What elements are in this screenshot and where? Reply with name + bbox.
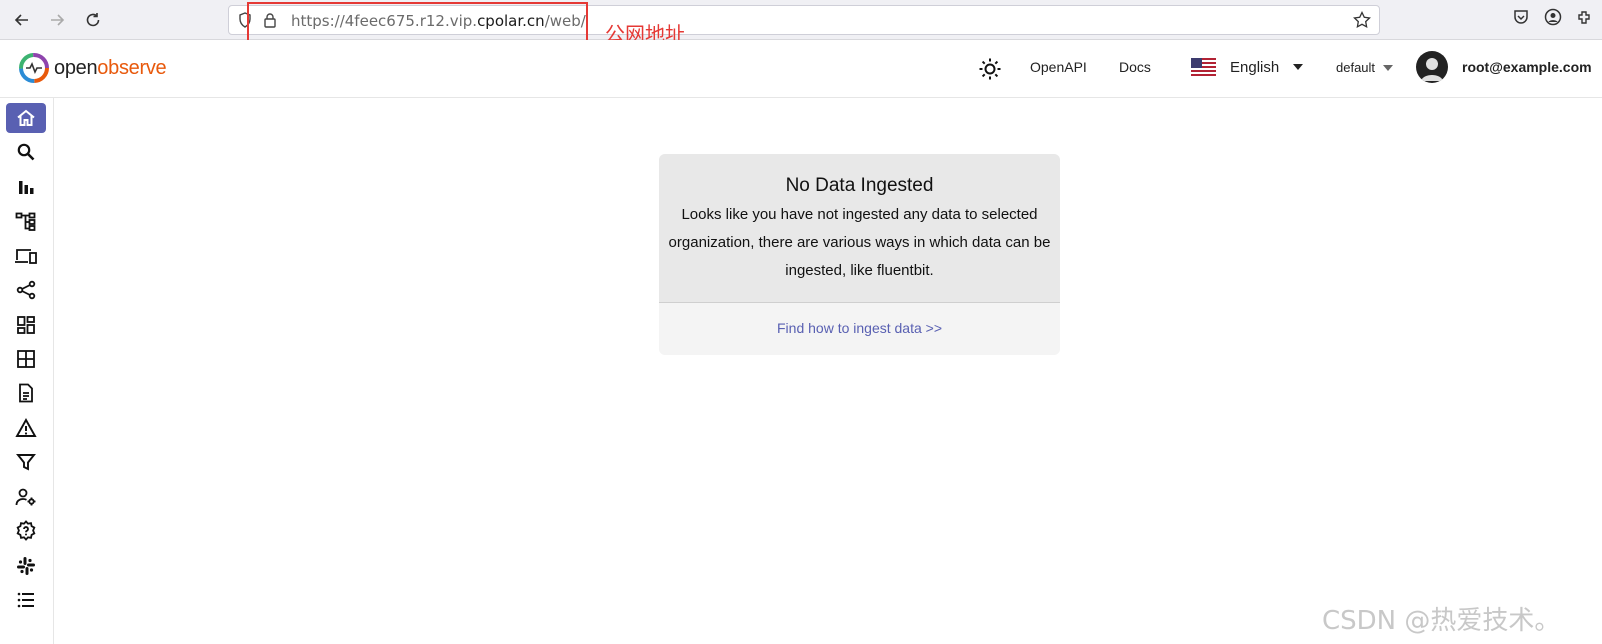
app-header: openobserve OpenAPI Docs English default… [0, 40, 1602, 98]
language-selector[interactable]: English [1191, 58, 1304, 76]
document-icon [19, 383, 33, 403]
card-title: No Data Ingested [785, 175, 934, 196]
slack-icon [17, 557, 35, 575]
table-grid-icon [17, 350, 35, 368]
sidebar-item-slack[interactable] [6, 551, 46, 581]
sidebar-item-dashboards[interactable] [6, 310, 46, 340]
logo[interactable]: openobserve [18, 52, 167, 84]
bar-chart-icon [19, 181, 34, 194]
organization-label: default [1336, 60, 1376, 75]
chevron-down-icon [1293, 64, 1304, 70]
reload-icon[interactable] [81, 8, 105, 32]
sidebar-item-rum[interactable] [6, 241, 46, 271]
ingest-data-link[interactable]: Find how to ingest data >> [659, 303, 1060, 336]
avatar[interactable] [1416, 51, 1448, 83]
card-body-text: Looks like you have not ingested any dat… [668, 206, 1051, 279]
sidebar-item-alerts[interactable] [6, 413, 46, 443]
sidebar-item-home[interactable] [6, 103, 46, 133]
theme-toggle-sun-icon[interactable] [978, 57, 1002, 85]
us-flag-icon [1191, 58, 1216, 76]
logo-icon [19, 53, 49, 83]
account-icon[interactable] [1544, 8, 1562, 30]
back-arrow-icon[interactable] [10, 8, 34, 32]
organization-selector[interactable]: default [1336, 60, 1394, 75]
user-email[interactable]: root@example.com [1462, 59, 1592, 75]
openapi-link[interactable]: OpenAPI [1030, 59, 1087, 75]
share-nodes-icon [16, 280, 36, 300]
dashboard-icon [17, 316, 35, 334]
logo-text: openobserve [54, 56, 167, 79]
filter-icon [16, 454, 36, 471]
devices-icon [15, 249, 37, 264]
sidebar-item-functions[interactable] [6, 447, 46, 477]
gear-help-icon [16, 520, 36, 541]
pocket-icon[interactable] [1512, 8, 1530, 30]
sidebar-item-traces[interactable] [6, 206, 46, 236]
sidebar [0, 98, 54, 644]
chevron-down-icon [1383, 64, 1394, 71]
no-data-card: No Data Ingested Looks like you have not… [659, 154, 1060, 355]
search-icon [17, 143, 35, 161]
card-header: No Data Ingested Looks like you have not… [659, 154, 1060, 303]
sidebar-item-iam[interactable] [6, 482, 46, 512]
language-label: English [1230, 58, 1280, 76]
forward-arrow-icon[interactable] [45, 8, 69, 32]
alert-warning-icon [15, 418, 37, 437]
sidebar-item-streams[interactable] [6, 344, 46, 374]
sidebar-item-settings[interactable] [6, 516, 46, 546]
extensions-icon[interactable] [1576, 8, 1594, 30]
bookmark-star-icon[interactable] [1353, 10, 1371, 33]
docs-link[interactable]: Docs [1119, 59, 1151, 75]
sidebar-item-reports[interactable] [6, 378, 46, 408]
hierarchy-icon [15, 212, 36, 231]
sidebar-item-metrics[interactable] [6, 172, 46, 202]
list-icon [17, 592, 34, 608]
home-icon [17, 109, 35, 126]
browser-toolbar: https://4feec675.r12.vip.cpolar.cn/web/ [0, 0, 1602, 40]
sidebar-item-pipelines[interactable] [6, 275, 46, 305]
user-settings-icon [15, 488, 36, 506]
sidebar-item-search[interactable] [6, 137, 46, 167]
sidebar-item-about[interactable] [6, 585, 46, 615]
watermark: CSDN @热爱技术。 [1322, 606, 1561, 636]
